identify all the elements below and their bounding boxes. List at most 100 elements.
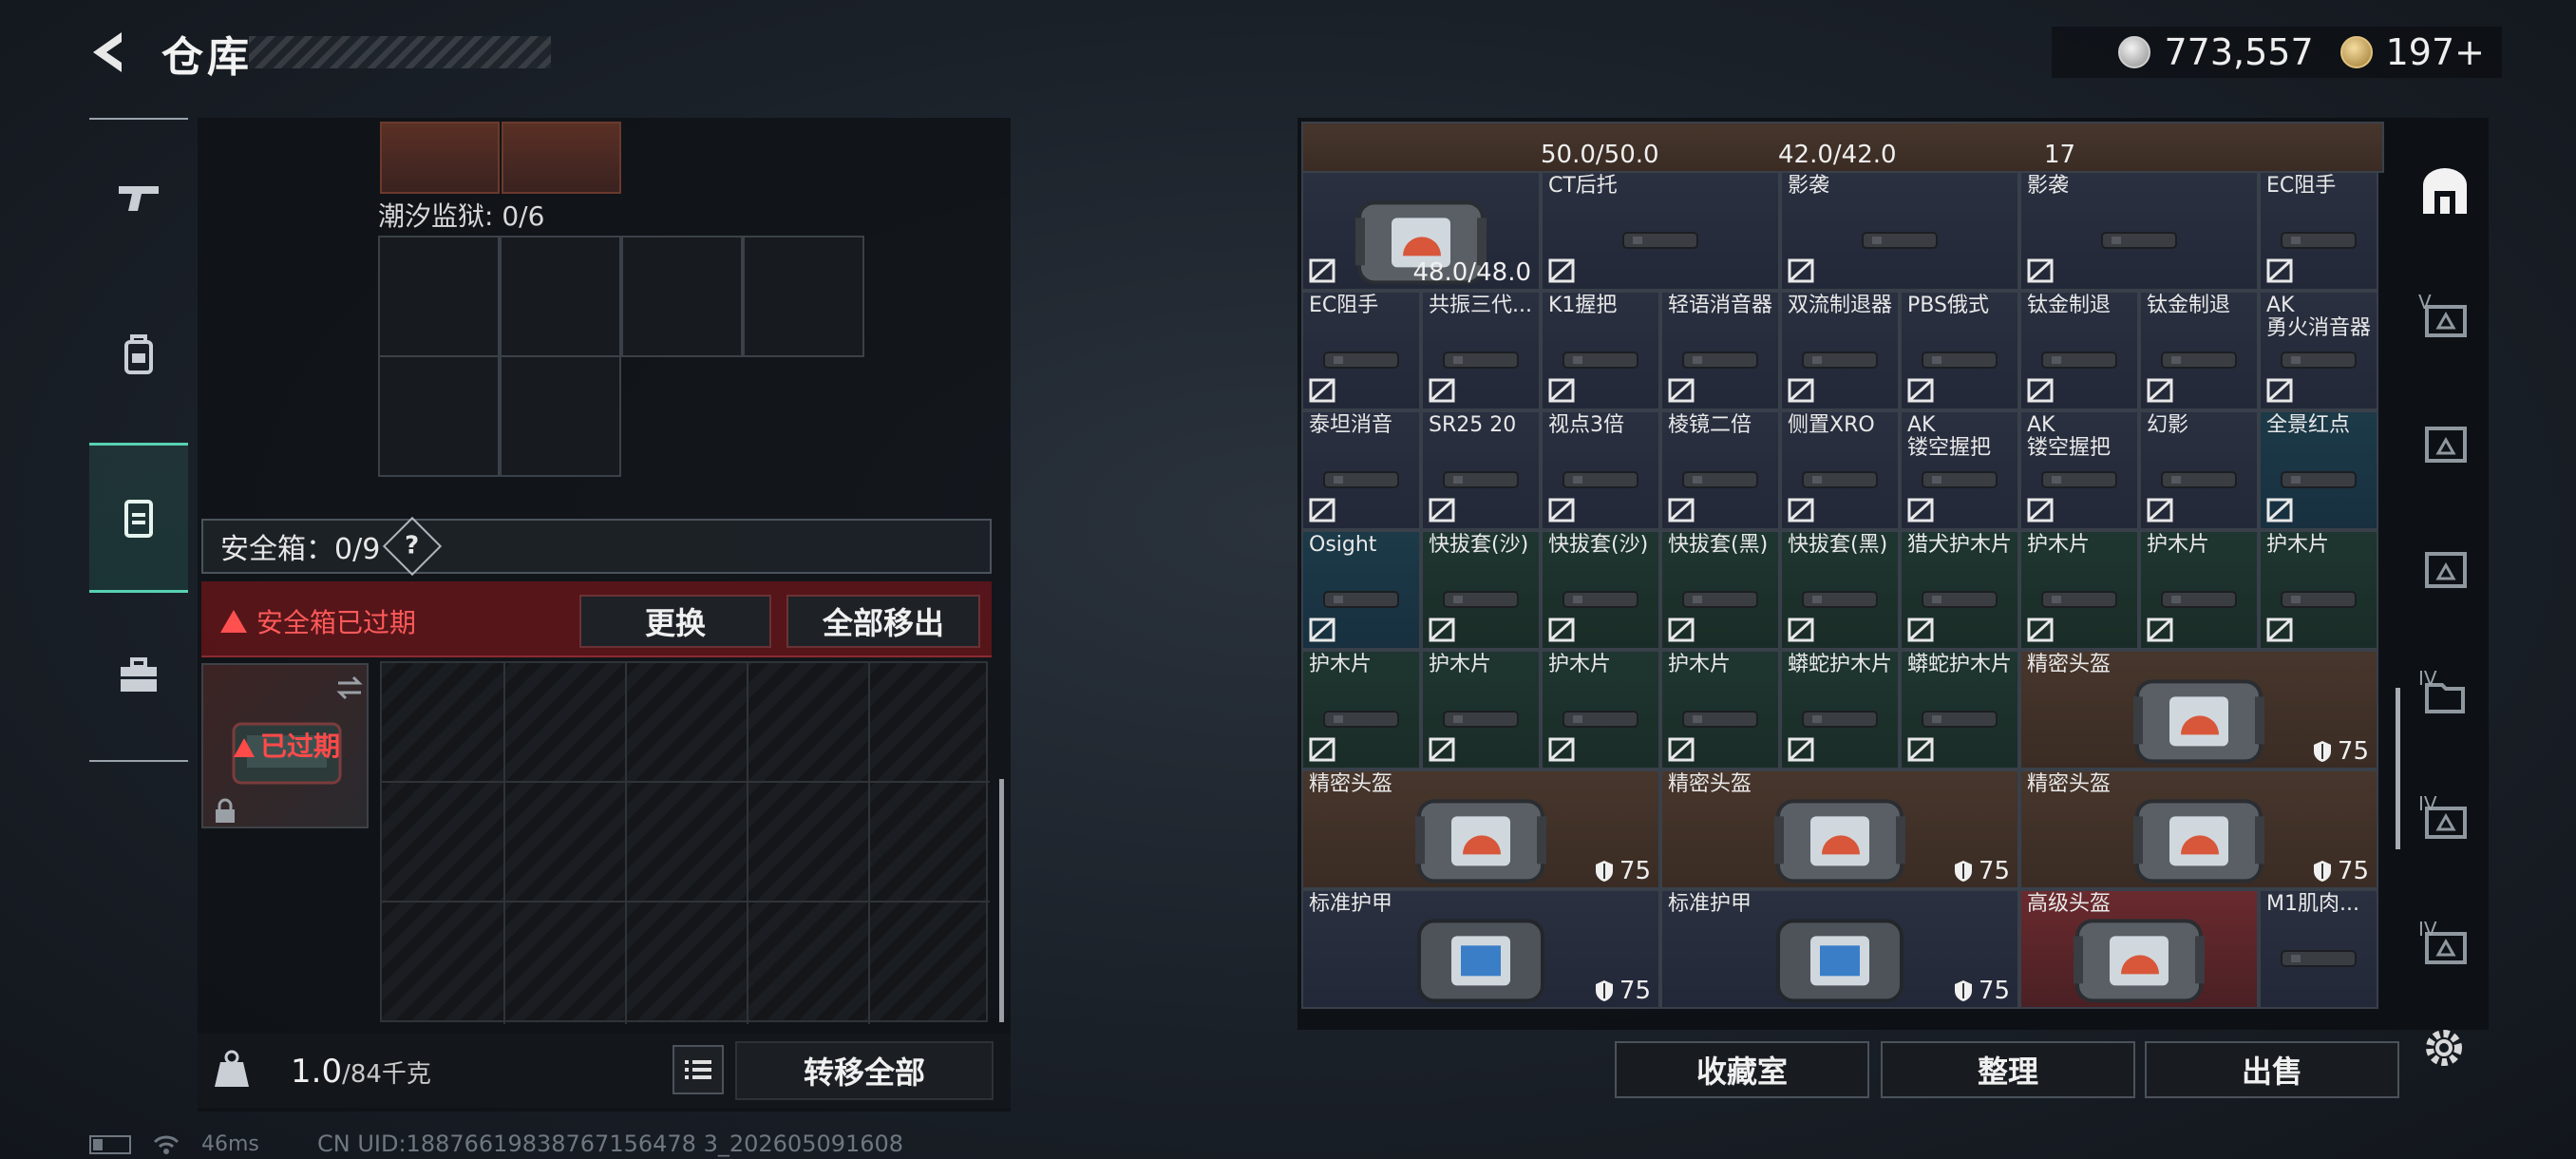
helmet-image	[2021, 891, 2257, 1007]
stash-item[interactable]: 快拔套(沙)	[1541, 530, 1660, 650]
stash-item[interactable]: 全景红点	[2259, 410, 2378, 530]
stash-item[interactable]: 蟒蛇护木片	[1780, 650, 1900, 770]
stash-item[interactable]: K1握把	[1541, 291, 1660, 410]
sell-button[interactable]: 出售	[2145, 1041, 2399, 1098]
insurance-icon	[2147, 498, 2173, 522]
rig-slot[interactable]	[378, 236, 500, 357]
rig-slot[interactable]	[378, 355, 500, 477]
stash-item[interactable]: 双流制退器	[1780, 291, 1900, 410]
stash-item[interactable]: 护木片	[2259, 530, 2378, 650]
status-bar: 46ms	[89, 1132, 259, 1156]
rig-slot[interactable]	[743, 236, 864, 357]
stash-item[interactable]: 护木片	[1421, 650, 1541, 770]
stash-item[interactable]: 护木片	[1541, 650, 1660, 770]
settings-gear-icon[interactable]	[2418, 1022, 2470, 1074]
stash-item[interactable]: 快拔套(黑)	[1780, 530, 1900, 650]
stash-item[interactable]: 共振三代...	[1421, 291, 1541, 410]
stash-top-band: 50.0/50.0 42.0/42.0 17	[1301, 122, 2384, 173]
rig-slot[interactable]	[500, 355, 621, 477]
safe-box-grid[interactable]	[380, 661, 990, 1024]
stash-item[interactable]: 影袭	[1780, 171, 2019, 291]
tab-weapons[interactable]	[89, 124, 188, 274]
tab-safebox[interactable]	[89, 443, 188, 593]
stash-item[interactable]: 精密头盔 75	[2019, 650, 2378, 770]
tab-gear[interactable]	[89, 279, 188, 429]
stash-scrollbar[interactable]	[2396, 688, 2400, 849]
stash-item[interactable]: 棱镜二倍	[1660, 410, 1780, 530]
tab-stash-level-4a[interactable]: IV	[2403, 638, 2487, 752]
stash-item[interactable]: 轻语消音器	[1660, 291, 1780, 410]
rig-item-card[interactable]	[502, 122, 621, 194]
stash-item[interactable]: EC阻手	[1301, 291, 1421, 410]
insurance-icon	[1668, 498, 1695, 522]
stash-item[interactable]: 48.0/48.0	[1301, 171, 1541, 291]
pistol-icon	[119, 186, 159, 211]
stash-item[interactable]: 幻影	[2139, 410, 2259, 530]
stash-item[interactable]: 猎犬护木片	[1900, 530, 2019, 650]
storage-box-icon	[2425, 552, 2467, 588]
stash-item[interactable]: 护木片	[2139, 530, 2259, 650]
rig-slot[interactable]	[621, 236, 743, 357]
stash-item[interactable]: EC阻手	[2259, 171, 2378, 291]
organize-button[interactable]: 整理	[1881, 1041, 2135, 1098]
transfer-all-button[interactable]: 转移全部	[735, 1041, 994, 1100]
stash-item[interactable]: 钛金制退	[2139, 291, 2259, 410]
lock-icon	[216, 798, 235, 823]
list-view-button[interactable]	[672, 1045, 724, 1094]
tab-stash-main[interactable]	[2403, 137, 2487, 251]
title-decoration	[249, 36, 551, 68]
category-tabs	[89, 118, 188, 764]
stash-item[interactable]: AK 镂空握把	[2019, 410, 2139, 530]
stash-item[interactable]: 护木片	[1660, 650, 1780, 770]
tab-stash-level-4b[interactable]: IV	[2403, 764, 2487, 878]
stash-item[interactable]: 标准护甲 75	[1301, 889, 1660, 1009]
stash-item[interactable]: 高级头盔	[2019, 889, 2259, 1009]
rig-slot[interactable]	[500, 236, 621, 357]
stash-item[interactable]: 护木片	[1301, 650, 1421, 770]
insurance-icon	[2027, 378, 2054, 403]
tab-stash-b[interactable]	[2403, 513, 2487, 627]
gold-amount[interactable]: 197+	[2386, 31, 2485, 73]
insurance-icon	[1788, 498, 1814, 522]
stash-item[interactable]: Osight	[1301, 530, 1421, 650]
stash-item[interactable]: 精密头盔 75	[1301, 770, 1660, 889]
stash-item[interactable]: 钛金制退	[2019, 291, 2139, 410]
tab-stash-level-5[interactable]: V	[2403, 262, 2487, 376]
stash-item[interactable]: 护木片	[2019, 530, 2139, 650]
insurance-icon	[1429, 618, 1455, 642]
stash-item[interactable]: 蟒蛇护木片	[1900, 650, 2019, 770]
help-icon[interactable]: ?	[383, 516, 443, 577]
stash-item[interactable]: 精密头盔 75	[1660, 770, 2019, 889]
stash-item[interactable]: AK 勇火消音器	[2259, 291, 2378, 410]
tab-stash-level-4c[interactable]: IV	[2403, 889, 2487, 1003]
list-icon	[685, 1060, 711, 1079]
stash-item[interactable]: 标准护甲 75	[1660, 889, 2019, 1009]
collection-room-button[interactable]: 收藏室	[1615, 1041, 1869, 1098]
toolbox-icon	[121, 657, 157, 692]
insurance-icon	[1309, 498, 1335, 522]
stash-home-icon	[2423, 168, 2467, 214]
stash-item[interactable]: SR25 20	[1421, 410, 1541, 530]
insurance-icon	[2266, 258, 2293, 283]
weight-icon	[215, 1050, 249, 1087]
stash-item[interactable]: PBS俄式	[1900, 291, 2019, 410]
tab-tools[interactable]	[89, 600, 188, 750]
stash-item[interactable]: 快拔套(沙)	[1421, 530, 1541, 650]
stash-item[interactable]: 侧置XRO	[1780, 410, 1900, 530]
left-scrollbar[interactable]	[999, 779, 1004, 1022]
stash-item[interactable]: 精密头盔 75	[2019, 770, 2378, 889]
back-arrow-icon[interactable]	[84, 27, 135, 78]
stash-item[interactable]: 视点3倍	[1541, 410, 1660, 530]
stash-item[interactable]: 快拔套(黑)	[1660, 530, 1780, 650]
rig-item-card[interactable]	[380, 122, 500, 194]
stash-item[interactable]: 泰坦消音	[1301, 410, 1421, 530]
swap-icon[interactable]	[334, 674, 365, 701]
stash-item[interactable]: M1肌肉...	[2259, 889, 2378, 1009]
stash-item[interactable]: CT后托	[1541, 171, 1780, 291]
move-all-button[interactable]: 全部移出	[786, 595, 980, 648]
tab-stash-a[interactable]	[2403, 388, 2487, 502]
replace-button[interactable]: 更换	[579, 595, 771, 648]
backpack-icon	[124, 334, 153, 374]
stash-item[interactable]: 影袭	[2019, 171, 2259, 291]
stash-item[interactable]: AK 镂空握把	[1900, 410, 2019, 530]
